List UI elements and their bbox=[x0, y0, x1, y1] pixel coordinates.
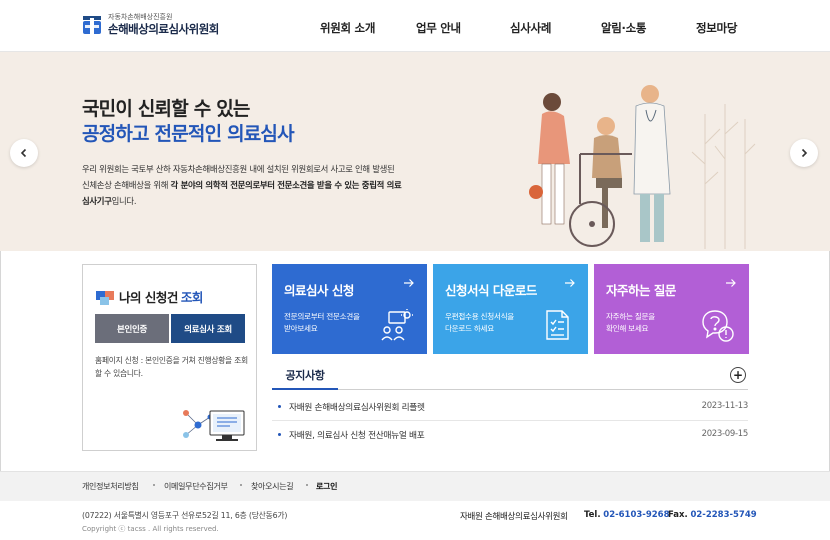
lookup-title: 나의 신청건 조회 bbox=[95, 287, 203, 306]
bullet-icon bbox=[278, 432, 281, 436]
notice-more-button[interactable]: + bbox=[730, 367, 746, 383]
fax-label: Fax. bbox=[668, 510, 688, 520]
tile-title: 신청서식 다운로드 bbox=[445, 283, 537, 298]
next-slide-button[interactable] bbox=[790, 139, 818, 167]
medical-review-lookup-button[interactable]: 의료심사 조회 bbox=[171, 314, 245, 343]
notice-tab-bar: 공지사항 + bbox=[272, 362, 748, 390]
nav-item-info[interactable]: 정보마당 bbox=[696, 20, 737, 36]
puzzle-icon bbox=[96, 290, 114, 305]
notice-title: 자배원 손해배상의료심사위원회 리플렛 bbox=[289, 402, 425, 413]
hero-banner: 국민이 신뢰할 수 있는 공정하고 전문적인 의료심사 우리 위원회는 국토부 … bbox=[0, 52, 830, 251]
chevron-right-icon bbox=[801, 148, 808, 158]
footer-separator bbox=[240, 484, 242, 486]
notice-title: 자배원, 의료심사 신청 전산매뉴얼 배포 bbox=[289, 430, 425, 441]
tile-title: 의료심사 신청 bbox=[284, 283, 354, 298]
footer-link-bar: 개인정보처리방침 이메일무단수집거부 찾아오시는길 로그인 bbox=[0, 471, 830, 501]
footer-info: (07222) 서울특별시 영등포구 선유로52길 11, 6층 (당산동6가)… bbox=[0, 501, 830, 540]
tab-notice[interactable]: 공지사항 bbox=[272, 362, 338, 390]
prev-slide-button[interactable] bbox=[10, 139, 38, 167]
hero-headline-2: 공정하고 전문적인 의료심사 bbox=[82, 123, 295, 145]
network-monitor-icon bbox=[183, 410, 245, 441]
footer-org-name: 자배원 손해배상의료심사위원회 bbox=[460, 512, 568, 522]
tile-desc-line-2: 다운로드 하세요 bbox=[445, 324, 494, 333]
nav-item-news[interactable]: 알림·소통 bbox=[601, 20, 647, 36]
document-list-icon bbox=[546, 310, 569, 340]
org-subtitle: 자동차손해배상진흥원 bbox=[108, 13, 173, 21]
my-application-lookup: 나의 신청건 조회 본인인증 의료심사 조회 홈페이지 신청 : 본인인증을 거쳐… bbox=[82, 264, 257, 451]
hero-description: 우리 위원회는 국토부 산하 자동차손해배상진흥원 내에 설치된 위원회로서 사… bbox=[82, 161, 402, 209]
tile-medical-review-apply[interactable]: 의료심사 신청 전문의로부터 전문소견을받아보세요 bbox=[272, 264, 427, 354]
notice-item[interactable]: 자배원, 의료심사 신청 전산매뉴얼 배포 2023-09-15 bbox=[278, 420, 748, 448]
emblem-icon bbox=[83, 15, 101, 36]
tile-description: 전문의로부터 전문소견을받아보세요 bbox=[284, 311, 360, 335]
nav-item-cases[interactable]: 심사사례 bbox=[510, 20, 551, 36]
bullet-icon bbox=[278, 404, 281, 408]
arrow-right-icon bbox=[404, 279, 414, 287]
footer-separator bbox=[153, 484, 155, 486]
nav-item-services[interactable]: 업무 안내 bbox=[416, 20, 461, 36]
arrow-right-icon bbox=[565, 279, 575, 287]
lookup-title-accent: 조회 bbox=[180, 290, 204, 305]
notice-date: 2023-09-15 bbox=[701, 429, 749, 439]
notice-item[interactable]: 자배원 손해배상의료심사위원회 리플렛 2023-11-13 bbox=[278, 392, 748, 420]
hero-illustration bbox=[529, 85, 756, 249]
arrow-right-icon bbox=[726, 279, 736, 287]
fax-number: 02-2283-5749 bbox=[690, 510, 757, 520]
nav-item-about[interactable]: 위원회 소개 bbox=[320, 20, 375, 36]
tile-form-download[interactable]: 신청서식 다운로드 우편접수용 신청서식을다운로드 하세요 bbox=[433, 264, 588, 354]
footer-link-email-policy[interactable]: 이메일무단수집거부 bbox=[164, 481, 228, 492]
tile-faq[interactable]: 자주하는 질문 자주하는 질문을확인해 보세요 bbox=[594, 264, 749, 354]
footer-address: (07222) 서울특별시 영등포구 선유로52길 11, 6층 (당산동6가) bbox=[82, 511, 288, 520]
consult-icon bbox=[381, 309, 413, 341]
notice-date: 2023-11-13 bbox=[701, 401, 749, 411]
tile-description: 우편접수용 신청서식을다운로드 하세요 bbox=[445, 311, 514, 335]
tile-desc-line-1: 자주하는 질문을 bbox=[606, 312, 655, 321]
site-header: 자동차손해배상진흥원 손해배상의료심사위원회 위원회 소개 업무 안내 심사사례… bbox=[0, 0, 830, 52]
tile-desc-line-2: 확인해 보세요 bbox=[606, 324, 649, 333]
tile-desc-line-1: 우편접수용 신청서식을 bbox=[445, 312, 514, 321]
org-title: 손해배상의료심사위원회 bbox=[108, 22, 219, 36]
identity-verify-button[interactable]: 본인인증 bbox=[95, 314, 169, 343]
tile-title: 자주하는 질문 bbox=[606, 283, 676, 298]
lookup-note: 홈페이지 신청 : 본인인증을 거쳐 진행상황을 조회 할 수 있습니다. bbox=[95, 356, 248, 378]
footer-link-privacy[interactable]: 개인정보처리방침 bbox=[82, 481, 139, 492]
footer-link-login[interactable]: 로그인 bbox=[316, 481, 337, 492]
footer-copyright: Copyright ⓒ tacss . All rights reserved. bbox=[82, 525, 219, 533]
site-logo[interactable]: 자동차손해배상진흥원 손해배상의료심사위원회 bbox=[82, 13, 219, 36]
footer-separator bbox=[306, 484, 308, 486]
tile-description: 자주하는 질문을확인해 보세요 bbox=[606, 311, 655, 335]
footer-fax: Fax. 02-2283-5749 bbox=[668, 510, 757, 520]
tile-desc-line-2: 받아보세요 bbox=[284, 324, 318, 333]
hero-desc-end: 입니다. bbox=[111, 196, 137, 206]
chevron-left-icon bbox=[20, 148, 27, 158]
lookup-title-main: 나의 신청건 bbox=[119, 290, 178, 305]
tile-desc-line-1: 전문의로부터 전문소견을 bbox=[284, 312, 360, 321]
footer-tel: Tel. 02-6103-9268 bbox=[584, 510, 669, 520]
hero-headline-1: 국민이 신뢰할 수 있는 bbox=[82, 98, 250, 120]
tel-label: Tel. bbox=[584, 510, 601, 520]
question-bubble-icon bbox=[702, 310, 734, 342]
footer-link-directions[interactable]: 찾아오시는길 bbox=[251, 481, 294, 492]
tel-number: 02-6103-9268 bbox=[603, 510, 670, 520]
